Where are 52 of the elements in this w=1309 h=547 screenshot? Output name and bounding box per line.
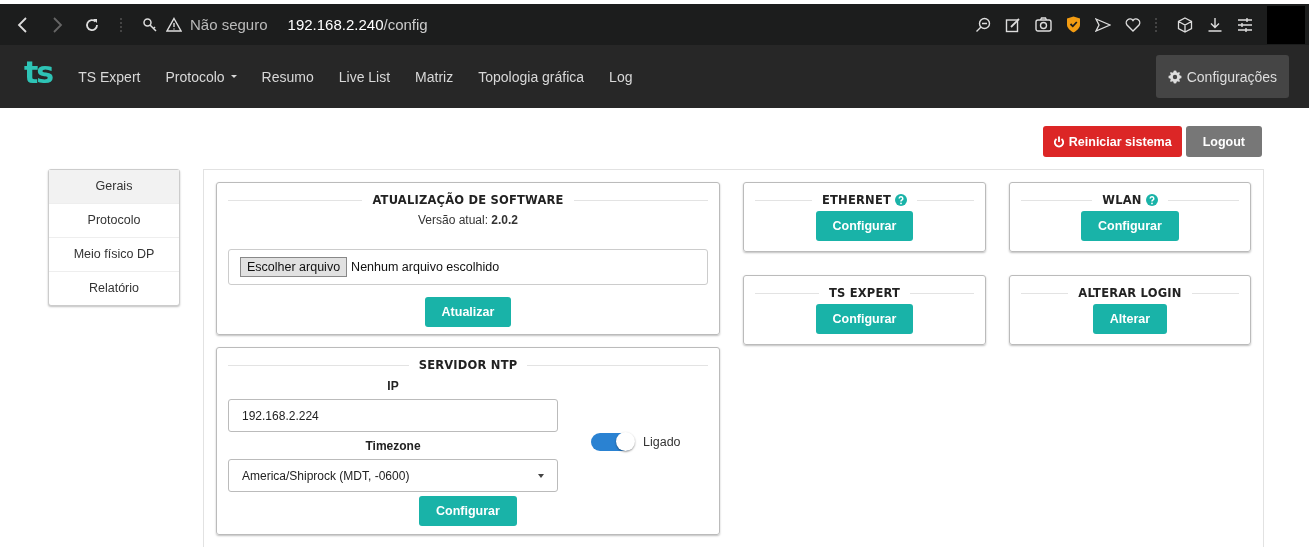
nav-link[interactable]: Resumo — [261, 68, 314, 85]
reload-icon[interactable] — [84, 16, 100, 33]
zoom-out-icon[interactable] — [975, 16, 991, 33]
nav-link[interactable]: TS Expert — [78, 68, 141, 85]
card-title: ETHERNET — [822, 193, 891, 207]
nav-link[interactable]: Topologia gráfica — [478, 68, 585, 85]
forward-icon[interactable] — [50, 15, 64, 34]
nav-link[interactable]: Live List — [338, 68, 391, 85]
send-icon[interactable] — [1095, 17, 1111, 32]
nav-link[interactable]: Log — [609, 68, 633, 85]
sliders-icon[interactable] — [1237, 17, 1253, 32]
toggle-label: Ligado — [643, 435, 681, 449]
ip-input[interactable]: 192.168.2.224 — [228, 399, 558, 432]
power-icon — [1052, 135, 1065, 148]
logo[interactable]: ts — [24, 57, 53, 88]
shield-icon[interactable] — [1066, 16, 1081, 33]
key-icon[interactable] — [142, 16, 158, 33]
card-title: SERVIDOR NTP — [418, 358, 518, 372]
security-label: Não seguro — [190, 16, 268, 33]
sidebar-item[interactable]: Protocolo — [49, 203, 179, 237]
nav-link[interactable]: Protocolo — [165, 68, 237, 85]
card-title: ALTERAR LOGIN — [1078, 286, 1182, 300]
toggle-switch[interactable] — [591, 433, 634, 451]
timezone-select[interactable]: America/Shiprock (MDT, -0600) — [228, 459, 558, 492]
choose-file-button[interactable]: Escolher arquivo — [240, 257, 348, 277]
nav-link[interactable]: Matriz — [415, 68, 454, 85]
file-status: Nenhum arquivo escolhido — [351, 260, 500, 274]
sidebar-item[interactable]: Gerais — [49, 170, 179, 203]
help-icon[interactable] — [1145, 194, 1158, 206]
card-title: ATUALIZAÇÃO DE SOFTWARE — [372, 193, 564, 207]
edit-icon[interactable] — [1005, 16, 1021, 33]
settings-button[interactable]: Configurações — [1155, 55, 1289, 98]
card-title: WLAN — [1102, 193, 1142, 207]
back-icon[interactable] — [16, 15, 30, 34]
logout-button[interactable]: Logout — [1185, 126, 1262, 157]
download-icon[interactable] — [1207, 16, 1223, 33]
version-text: Versão atual: 2.0.2 — [417, 213, 519, 227]
gear-icon — [1167, 69, 1182, 84]
field-label: IP — [387, 379, 399, 393]
redaction-block — [1267, 5, 1305, 44]
camera-icon[interactable] — [1035, 17, 1052, 32]
cube-icon[interactable] — [1177, 16, 1193, 33]
sidebar-item[interactable]: Meio físico DP — [49, 237, 179, 271]
warning-icon — [166, 17, 182, 32]
address-bar[interactable]: 192.168.2.240/config — [287, 16, 428, 33]
card-title: TS EXPERT — [828, 286, 901, 300]
field-label: Timezone — [365, 439, 421, 453]
heart-icon[interactable] — [1125, 17, 1141, 32]
file-input[interactable]: Escolher arquivo Nenhum arquivo escolhido — [228, 249, 708, 285]
sidebar-item[interactable]: Relatório — [49, 271, 179, 305]
restart-button[interactable]: Reiniciar sistema — [1042, 126, 1182, 157]
help-icon[interactable] — [895, 194, 907, 206]
